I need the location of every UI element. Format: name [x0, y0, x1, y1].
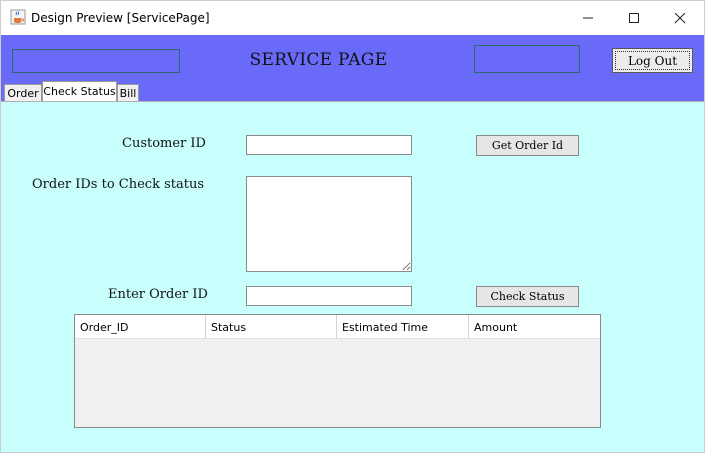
page-title: SERVICE PAGE	[249, 50, 388, 70]
check-status-panel: Customer ID Get Order Id Order IDs to Ch…	[1, 101, 704, 452]
header-right-field	[474, 45, 580, 73]
minimize-icon	[583, 17, 593, 19]
maximize-button[interactable]	[611, 1, 657, 35]
java-cup-icon	[10, 9, 26, 25]
order-id-input[interactable]	[246, 286, 412, 306]
minimize-button[interactable]	[565, 1, 611, 35]
maximize-icon	[629, 13, 639, 23]
logout-button[interactable]: Log Out	[612, 48, 693, 73]
customer-id-label: Customer ID	[122, 136, 206, 151]
column-header-status[interactable]: Status	[206, 315, 337, 339]
order-ids-textarea[interactable]	[246, 176, 412, 272]
tab-bill[interactable]: Bill	[117, 84, 139, 101]
order-ids-label: Order IDs to Check status	[32, 177, 204, 192]
close-button[interactable]	[657, 1, 703, 35]
close-icon	[674, 12, 686, 24]
column-header-amount[interactable]: Amount	[469, 315, 600, 339]
header-left-field	[12, 49, 180, 73]
column-header-estimated-time[interactable]: Estimated Time	[337, 315, 469, 339]
check-status-button[interactable]: Check Status	[476, 286, 579, 307]
app-window: Design Preview [ServicePage] SERVICE PAG…	[0, 0, 705, 453]
get-order-id-button[interactable]: Get Order Id	[476, 135, 579, 156]
enter-order-id-label: Enter Order ID	[108, 287, 208, 302]
title-bar: Design Preview [ServicePage]	[1, 1, 704, 35]
customer-id-input[interactable]	[246, 135, 412, 155]
table-header: Order_ID Status Estimated Time Amount	[75, 315, 600, 339]
status-table[interactable]: Order_ID Status Estimated Time Amount	[74, 314, 601, 428]
column-header-order-id[interactable]: Order_ID	[75, 315, 206, 339]
tab-check-status[interactable]: Check Status	[42, 81, 117, 101]
tab-order[interactable]: Order	[4, 84, 42, 101]
window-title: Design Preview [ServicePage]	[31, 11, 210, 25]
